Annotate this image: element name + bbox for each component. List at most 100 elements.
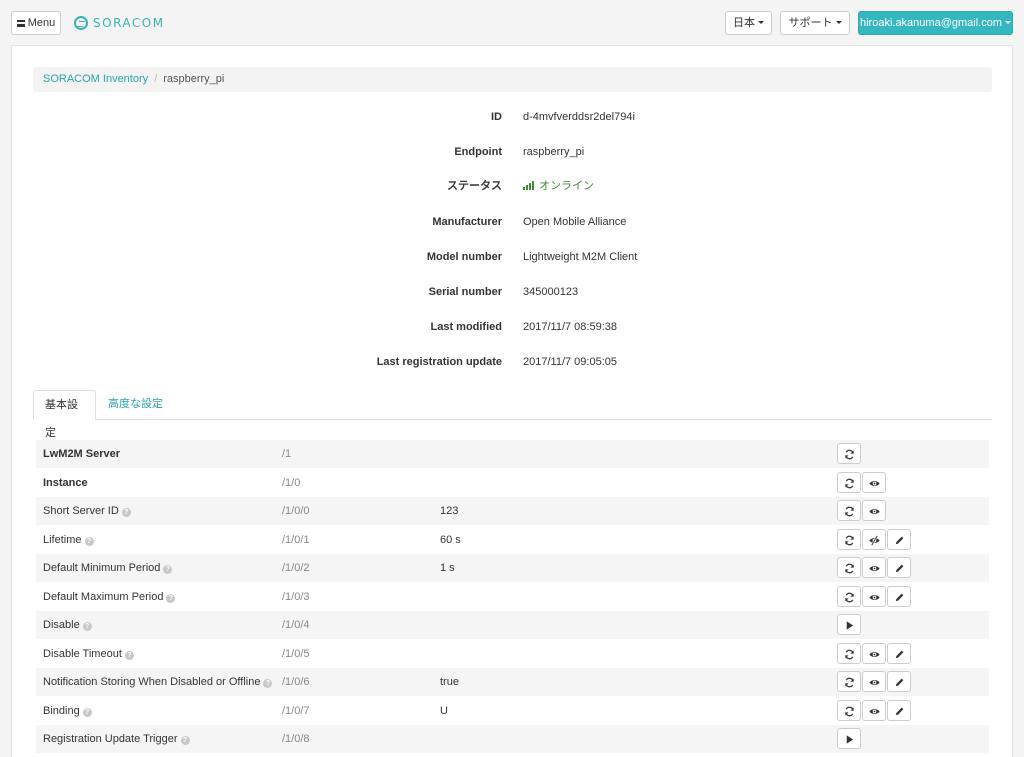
property-value: d-4mvfverddsr2del794i bbox=[523, 111, 635, 123]
refresh-button[interactable] bbox=[837, 671, 861, 692]
table-row: Registration Update Trigger? /1/0/8 bbox=[36, 725, 989, 753]
pencil-button[interactable] bbox=[887, 642, 911, 664]
table-row: LwM2M Server/1 bbox=[36, 440, 989, 468]
resource-value: 1 s bbox=[440, 562, 455, 574]
resource-actions bbox=[837, 471, 886, 494]
resource-value: 60 s bbox=[440, 533, 461, 546]
resource-name: Registration Update Trigger? bbox=[43, 725, 190, 753]
help-icon[interactable]: ? bbox=[180, 736, 190, 745]
help-icon[interactable]: ? bbox=[82, 707, 92, 717]
refresh-button[interactable] bbox=[837, 557, 861, 578]
help-icon[interactable]: ? bbox=[82, 622, 92, 631]
caret-down-icon bbox=[835, 21, 842, 24]
caret-down-icon bbox=[1005, 21, 1011, 24]
help-icon[interactable]: ? bbox=[121, 508, 131, 517]
resource-name: Lifetime? bbox=[43, 526, 94, 554]
eye-button[interactable] bbox=[862, 500, 886, 521]
pencil-button[interactable] bbox=[887, 557, 911, 578]
eye-button[interactable] bbox=[862, 699, 886, 721]
resource-name-text: LwM2M Server bbox=[43, 448, 121, 460]
refresh-button[interactable] bbox=[837, 528, 861, 550]
refresh-button[interactable] bbox=[837, 471, 861, 493]
resource-path: /1/0/4 bbox=[282, 619, 310, 631]
resource-name-text: Instance bbox=[43, 476, 88, 489]
device-detail-panel: SORACOM Inventory / raspberry_pi ID d-4mvf… bbox=[11, 45, 1013, 757]
resource-path: /1/0/0 bbox=[282, 505, 310, 517]
hamburger-icon bbox=[16, 20, 25, 27]
eye-button[interactable] bbox=[862, 557, 886, 578]
property-value: raspberry_pi bbox=[523, 146, 585, 158]
property-manufacturer: Manufacturer Open Mobile Alliance bbox=[12, 212, 1012, 232]
resource-path: /1/0/1 bbox=[282, 533, 310, 546]
pencil-button[interactable] bbox=[887, 585, 911, 607]
eye-button[interactable] bbox=[862, 642, 886, 664]
eye-button[interactable] bbox=[862, 471, 886, 493]
breadcrumb-root-link[interactable]: SORACOM Inventory bbox=[43, 73, 148, 85]
table-row: Disable Timeout? /1/0/5 bbox=[36, 640, 989, 668]
tab-basic-settings[interactable]: 基本設定 bbox=[33, 390, 96, 439]
resource-value: U bbox=[440, 704, 448, 717]
play-button[interactable] bbox=[837, 728, 861, 749]
status-value: オンライン bbox=[523, 176, 594, 196]
refresh-button[interactable] bbox=[837, 443, 861, 464]
refresh-button[interactable] bbox=[837, 585, 861, 607]
resource-actions bbox=[837, 671, 911, 693]
help-icon[interactable]: ? bbox=[263, 679, 273, 688]
soracom-logo[interactable]: SORACOM bbox=[74, 15, 165, 31]
help-icon[interactable]: ? bbox=[124, 650, 134, 660]
resource-name: LwM2M Server bbox=[43, 440, 120, 468]
property-label: Model number bbox=[426, 251, 502, 263]
tab-advanced-settings[interactable]: 高度な設定 bbox=[97, 390, 174, 420]
refresh-button[interactable] bbox=[837, 500, 861, 521]
eye-slash-button[interactable] bbox=[862, 528, 886, 550]
resource-path: /1/0/6 bbox=[282, 676, 310, 688]
resource-actions bbox=[837, 443, 861, 465]
table-row: Default Minimum Period? /1/0/2 1 s bbox=[36, 554, 989, 582]
property-value: Lightweight M2M Client bbox=[523, 251, 638, 263]
help-icon[interactable]: ? bbox=[84, 536, 94, 546]
resource-name: Binding? bbox=[43, 697, 92, 725]
table-row: Lifetime? /1/0/1 60 s bbox=[36, 526, 989, 554]
top-navbar: Menu SORACOM 日本 サポート hiroaki.akanuma@gma… bbox=[0, 0, 1024, 45]
table-row: Disable? /1/0/4 bbox=[36, 611, 989, 639]
support-label: サポート bbox=[788, 17, 833, 29]
property-value: 2017/11/7 09:05:05 bbox=[523, 356, 617, 368]
resource-actions bbox=[837, 500, 886, 522]
menu-button[interactable]: Menu bbox=[11, 11, 61, 35]
pencil-button[interactable] bbox=[887, 699, 911, 721]
pencil-button[interactable] bbox=[887, 528, 911, 550]
resource-name-text: Notification Storing When Disabled or Of… bbox=[43, 676, 261, 688]
resource-actions bbox=[837, 642, 911, 665]
resource-path: /1/0/7 bbox=[282, 704, 310, 717]
pencil-button[interactable] bbox=[887, 671, 911, 692]
refresh-button[interactable] bbox=[837, 699, 861, 721]
table-row: Short Server ID? /1/0/0 123 bbox=[36, 497, 989, 525]
logo-text: SORACOM bbox=[93, 16, 165, 30]
support-dropdown[interactable]: サポート bbox=[780, 11, 850, 35]
table-row: Default Maximum Period? /1/0/3 bbox=[36, 583, 989, 611]
resource-name: Disable? bbox=[43, 611, 92, 639]
user-account-dropdown[interactable]: hiroaki.akanuma@gmail.com bbox=[858, 11, 1013, 35]
language-dropdown[interactable]: 日本 bbox=[725, 11, 772, 35]
property-label: ステータス bbox=[447, 180, 502, 192]
property-label: Serial number bbox=[428, 286, 502, 298]
table-row: Instance/1/0 bbox=[36, 469, 989, 497]
play-button[interactable] bbox=[837, 614, 861, 635]
refresh-button[interactable] bbox=[837, 642, 861, 664]
resource-name-text: Binding bbox=[43, 704, 80, 717]
resource-actions bbox=[837, 728, 861, 750]
resource-name-text: Short Server ID bbox=[43, 505, 119, 517]
property-last-modified: Last modified 2017/11/7 08:59:38 bbox=[12, 317, 1012, 337]
resource-name: Default Maximum Period? bbox=[43, 583, 176, 611]
resource-name-text: Lifetime bbox=[43, 533, 82, 546]
table-row: Notification Storing When Disabled or Of… bbox=[36, 668, 989, 696]
eye-button[interactable] bbox=[862, 671, 886, 692]
help-icon[interactable]: ? bbox=[166, 593, 176, 603]
help-icon[interactable]: ? bbox=[163, 565, 173, 574]
eye-button[interactable] bbox=[862, 585, 886, 607]
resource-path: /1/0/5 bbox=[282, 647, 310, 660]
property-last-registration-update: Last registration update 2017/11/7 09:05… bbox=[12, 352, 1012, 372]
resource-name-text: Registration Update Trigger bbox=[43, 733, 178, 745]
resource-value: true bbox=[440, 676, 459, 688]
language-label: 日本 bbox=[733, 17, 755, 29]
